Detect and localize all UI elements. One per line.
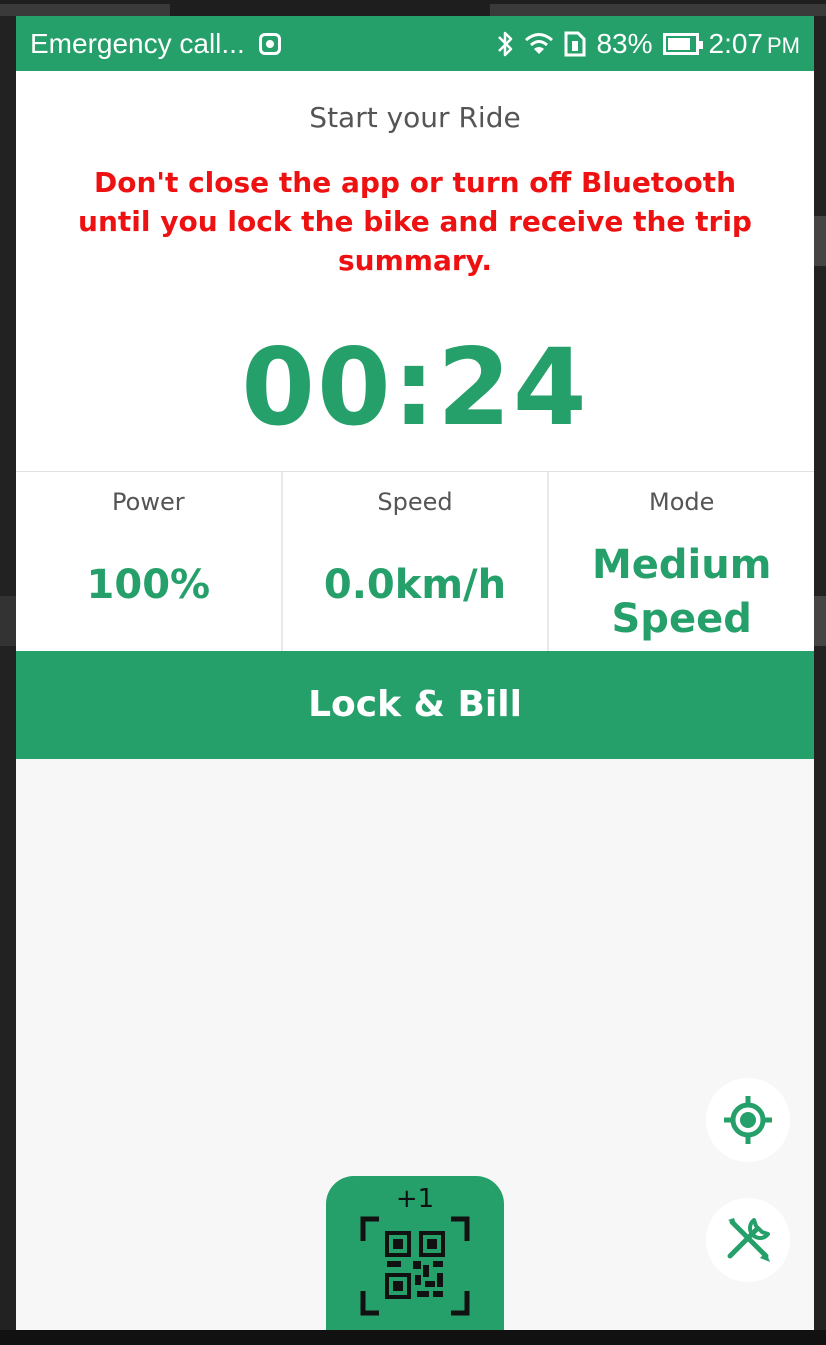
bluetooth-icon [498,31,513,57]
ride-stats: Power 100% Speed 0.0km/h Mode Medium Spe… [16,471,814,652]
power-value: 100% [86,562,211,608]
phone-screen: Emergency call... 83% 2:07 PM Start your… [16,16,814,1330]
locate-button[interactable] [706,1078,790,1162]
ride-header-card: Start your Ride Don't close the app or t… [16,71,814,471]
battery-level-fill [667,38,690,50]
wifi-icon [525,33,554,54]
ride-timer: 00:24 [241,326,589,449]
speed-value: 0.0km/h [323,562,507,608]
clock-time: 2:07 [708,28,764,59]
device-frame-left [0,16,16,1330]
stat-speed: Speed 0.0km/h [280,472,548,652]
battery-percent: 83% [596,28,653,59]
clock-suffix: PM [767,33,800,58]
sim-icon [564,31,586,57]
device-frame-bottom [0,1330,826,1345]
mode-value: Medium Speed [549,538,814,646]
lock-and-bill-button[interactable]: Lock & Bill [16,651,814,759]
stat-power: Power 100% [16,472,281,652]
status-bar: Emergency call... 83% 2:07 PM [16,16,814,71]
notification-icon [258,33,281,55]
page-title: Start your Ride [309,101,521,134]
speed-label: Speed [377,488,453,516]
locate-icon [724,1096,772,1144]
carrier-text: Emergency call... [30,28,245,59]
tools-icon [727,1218,770,1262]
tools-button[interactable] [706,1198,790,1282]
mode-label: Mode [648,488,715,516]
scan-badge: +1 [395,1184,435,1214]
scan-qr-button[interactable]: +1 [326,1176,504,1330]
mode-value-line2: Speed [611,596,752,642]
stat-mode[interactable]: Mode Medium Speed [547,472,814,652]
bluetooth-warning: Don't close the app or turn off Bluetoot… [78,166,752,277]
device-frame-top [0,0,826,16]
device-frame-right [814,16,826,1330]
power-label: Power [112,488,185,516]
battery-icon [662,33,703,55]
qr-scan-icon [360,1216,470,1316]
clock: 2:07 PM [709,28,801,60]
mode-value-line1: Medium [591,542,772,588]
